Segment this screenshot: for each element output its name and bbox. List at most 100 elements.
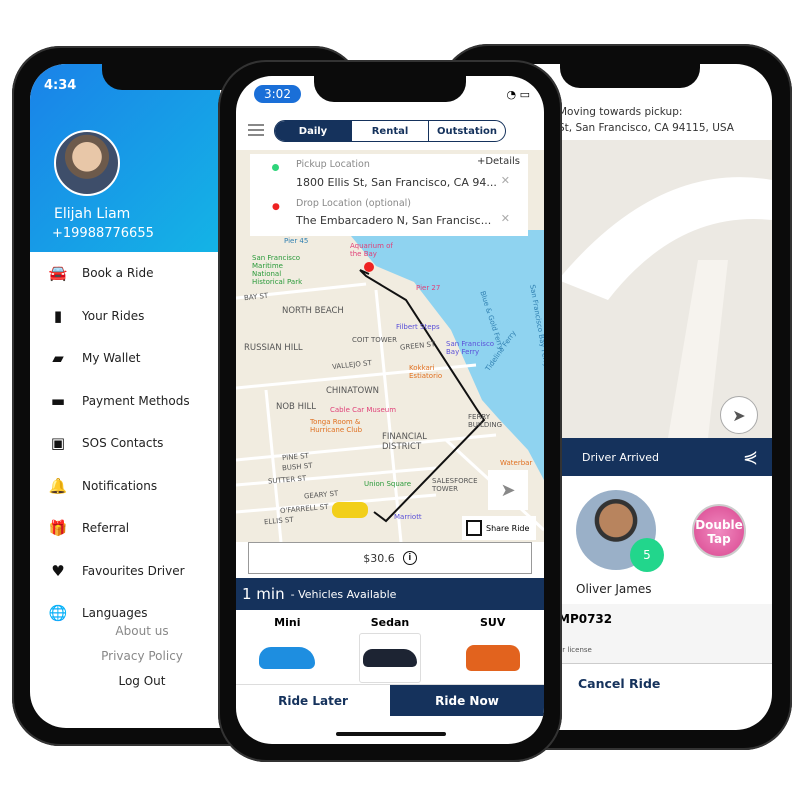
menu-icon[interactable] [248, 124, 264, 136]
tab-rental[interactable]: Rental [351, 121, 428, 141]
ride-type-tabs: Daily Rental Outstation [274, 120, 506, 142]
map-label: Kokkari Estiatorio [409, 364, 443, 380]
menu-item-sos-contacts[interactable]: ▣ SOS Contacts [30, 422, 220, 465]
bookmark-icon: ▮ [53, 306, 63, 325]
vehicle-name: SUV [479, 616, 506, 629]
menu-label: Your Rides [82, 308, 145, 323]
recenter-button[interactable]: ➤ [488, 470, 528, 510]
clear-drop-icon[interactable]: ✕ [501, 212, 510, 225]
vehicle-mini[interactable]: Mini [236, 610, 339, 684]
contacts-icon: ▣ [50, 434, 66, 453]
map-label: Union Square [364, 480, 412, 488]
map-label: RUSSIAN HILL [244, 343, 303, 353]
vehicle-suv[interactable]: SUV [441, 610, 544, 684]
map-label: NORTH BEACH [282, 306, 344, 316]
map-label: Tonga Room & Hurricane Club [310, 418, 363, 434]
pickup-input[interactable]: 1800 Ellis St, San Francisco, CA 94... [296, 176, 497, 189]
share-icon[interactable]: ⋞ [743, 447, 758, 468]
booking-screen: 3:02 ◔ ▭ Daily Rental Outstation Pier 45… [236, 76, 544, 744]
cancel-ride-button[interactable]: Cancel Ride [578, 676, 660, 691]
status-text: Moving towards pickup: St, San Francisco… [558, 104, 734, 136]
menu-item-your-rides[interactable]: ▮ Your Rides [30, 295, 220, 338]
car-icon: 🚘 [48, 264, 68, 283]
map-label: Cable Car Museum [330, 406, 397, 414]
license-label: er license [558, 646, 592, 654]
tab-daily[interactable]: Daily [275, 121, 351, 141]
car-icon [359, 633, 421, 683]
location-box: ● Pickup Location +Details 1800 Ellis St… [250, 154, 528, 236]
double-tap-button[interactable]: Double Tap [692, 504, 746, 558]
about-link[interactable]: About us [30, 624, 220, 638]
notch [314, 76, 466, 102]
avatar[interactable] [54, 130, 120, 196]
map-label: Pier 45 [284, 237, 309, 245]
privacy-link[interactable]: Privacy Policy [30, 649, 220, 663]
map-label: Pier 27 [416, 284, 441, 292]
menu-label: Notifications [82, 478, 158, 493]
menu-label: Languages [82, 606, 148, 621]
menu-label: SOS Contacts [82, 436, 164, 451]
map-label: SALESFORCE TOWER [432, 477, 478, 493]
wallet-icon: ▰ [52, 349, 64, 368]
menu-label: My Wallet [82, 351, 141, 366]
status-time: 3:02 [254, 85, 301, 103]
eta-suffix: - Vehicles Available [290, 587, 397, 601]
map-label: Filbert Steps [396, 323, 440, 331]
locate-button[interactable]: ➤ [720, 396, 758, 434]
side-menu: 🚘 Book a Ride ▮ Your Rides ▰ My Wallet ▬ Pay… [30, 252, 220, 635]
credit-card-icon: ▬ [50, 391, 66, 410]
booking-phone: 3:02 ◔ ▭ Daily Rental Outstation Pier 45… [218, 60, 562, 762]
heart-icon: ♥ [51, 561, 65, 580]
map-label: FERRY BUILDING [468, 413, 503, 429]
drop-input[interactable]: The Embarcadero N, San Francisc... [296, 214, 491, 227]
car-icon [256, 633, 318, 683]
status-title: Moving towards pickup: [558, 106, 683, 118]
menu-item-payment-methods[interactable]: ▬ Payment Methods [30, 380, 220, 423]
pickup-dot-icon [272, 164, 279, 171]
drop-label: Drop Location (optional) [296, 198, 411, 209]
menu-item-favourites-driver[interactable]: ♥ Favourites Driver [30, 550, 220, 593]
menu-item-my-wallet[interactable]: ▰ My Wallet [30, 337, 220, 380]
share-ride-toggle[interactable]: Share Ride [462, 516, 536, 540]
ride-now-button[interactable]: Ride Now [390, 685, 544, 716]
menu-item-referral[interactable]: 🎁 Referral [30, 507, 220, 550]
menu-label: Payment Methods [82, 393, 190, 408]
share-ride-label: Share Ride [486, 523, 530, 533]
vehicle-name: Mini [274, 616, 301, 629]
ride-actions: Ride Later Ride Now [236, 684, 544, 716]
fare-estimate[interactable]: $30.6 i [248, 542, 532, 574]
availability-bar: 1 min - Vehicles Available [236, 578, 544, 610]
globe-icon: 🌐 [48, 604, 68, 623]
home-indicator [336, 732, 446, 736]
vehicle-list: Mini Sedan SUV [236, 610, 544, 684]
tab-outstation[interactable]: Outstation [428, 121, 505, 141]
checkbox[interactable] [466, 520, 482, 536]
map-label: CHINATOWN [326, 386, 379, 396]
pickup-label: Pickup Location [296, 159, 370, 170]
map-label: San Francisco Bay Ferry [446, 340, 495, 356]
drop-pin-icon: ● [272, 202, 280, 212]
user-name: Elijah Liam [54, 206, 131, 222]
status-address: St, San Francisco, CA 94115, USA [558, 122, 734, 134]
rating-badge: 5 [630, 538, 664, 572]
eta: 1 min [242, 585, 285, 603]
menu-item-book-a-ride[interactable]: 🚘 Book a Ride [30, 252, 220, 295]
details-link[interactable]: +Details [477, 156, 520, 167]
ride-later-button[interactable]: Ride Later [236, 685, 390, 716]
clear-pickup-icon[interactable]: ✕ [501, 174, 510, 187]
map-label: San Francisco Maritime National Historic… [252, 254, 303, 286]
fare-value: $30.6 [363, 551, 395, 565]
gift-icon: 🎁 [48, 519, 68, 538]
notch [560, 62, 700, 88]
map-label: FINANCIAL DISTRICT [382, 432, 427, 452]
bell-icon: 🔔 [48, 476, 68, 495]
plate-number: MP0732 [558, 612, 613, 626]
profile-header: 4:34 Elijah Liam +19988776655 [30, 64, 220, 252]
vehicle-name: Sedan [370, 616, 410, 629]
logout-link[interactable]: Log Out [30, 674, 220, 688]
info-icon[interactable]: i [402, 551, 417, 565]
vehicle-sedan[interactable]: Sedan [339, 610, 442, 684]
map-label: Marriott [394, 513, 422, 521]
car-icon [462, 633, 524, 683]
menu-item-notifications[interactable]: 🔔 Notifications [30, 465, 220, 508]
